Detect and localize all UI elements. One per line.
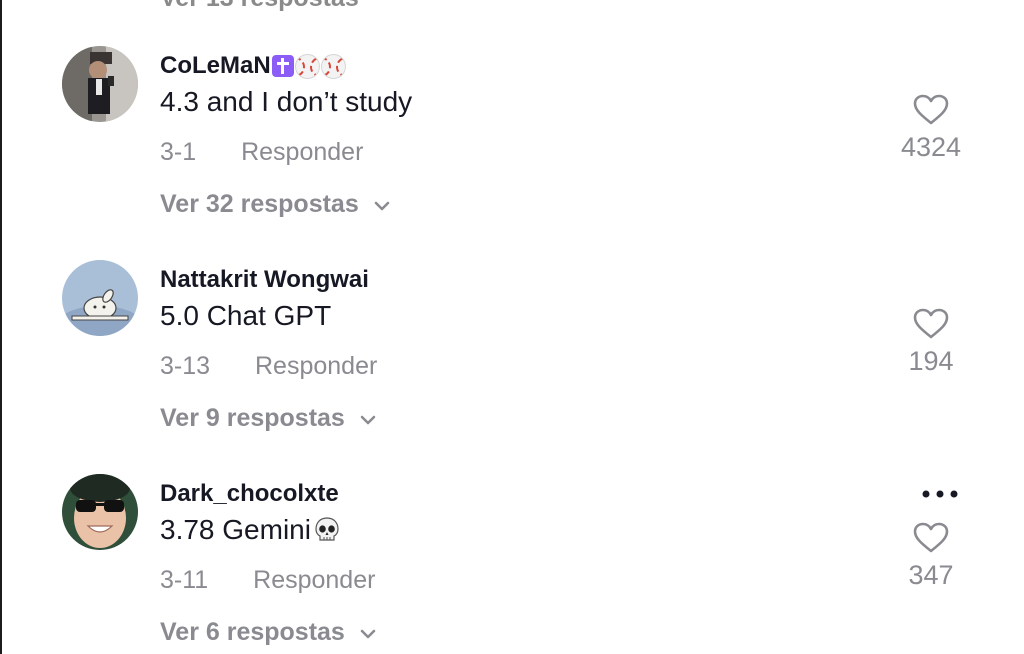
comment-item: CoLeMaN 4.3 and I don’t study 3-1 Respon…: [0, 46, 1024, 246]
comment-text: 5.0 Chat GPT: [160, 300, 332, 331]
heart-icon: [913, 308, 949, 339]
chevron-down-icon: [374, 201, 389, 210]
like-count: 194: [908, 346, 954, 376]
heart-icon: [913, 522, 949, 553]
view-replies-label: Ver 6 respostas: [160, 618, 345, 646]
comments-screen: Ver 13 respostas CoLeMaN 4.3 and I d: [0, 0, 1024, 654]
baseball-icon: [294, 53, 320, 79]
comment-text: 4.3 and I don’t study: [160, 86, 413, 117]
comment-meta: 3-11 Responder: [160, 566, 375, 595]
comment-username[interactable]: Dark_chocolxte: [160, 480, 339, 508]
like-button[interactable]: 347: [886, 522, 976, 591]
view-replies-button[interactable]: Ver 6 respostas: [160, 618, 377, 647]
latin-cross-icon: [271, 55, 294, 77]
like-button[interactable]: 4324: [886, 94, 976, 163]
baseball-icon: [320, 53, 346, 79]
like-count: 4324: [900, 132, 962, 162]
comment-date: 3-1: [160, 138, 197, 166]
comment-username[interactable]: Nattakrit Wongwai: [160, 266, 369, 294]
like-button[interactable]: 194: [886, 308, 976, 377]
comment-meta: 3-13 Responder: [160, 352, 377, 381]
view-replies-label: Ver 9 respostas: [160, 404, 345, 432]
view-replies-button[interactable]: Ver 9 respostas: [160, 404, 377, 433]
avatar[interactable]: [62, 474, 138, 550]
like-count: 347: [908, 560, 954, 590]
chevron-down-icon: [360, 415, 376, 424]
comment-item: Nattakrit Wongwai 5.0 Chat GPT 3-13 Resp…: [0, 260, 1024, 460]
reply-button[interactable]: Responder: [253, 566, 375, 594]
comment-username[interactable]: CoLeMaN: [160, 52, 346, 80]
comment-meta: 3-1 Responder: [160, 138, 363, 167]
comment-date: 3-13: [160, 352, 211, 380]
avatar[interactable]: [62, 260, 138, 336]
view-replies-label: Ver 32 respostas: [160, 190, 359, 218]
reply-button[interactable]: Responder: [241, 138, 363, 166]
username-text: CoLeMaN: [160, 52, 271, 79]
chevron-down-icon: [360, 629, 376, 638]
comment-text: 3.78 Gemini: [160, 514, 341, 546]
view-replies-partial[interactable]: Ver 13 respostas: [160, 0, 359, 13]
username-text: Nattakrit Wongwai: [160, 266, 369, 293]
comment-text-content: 3.78 Gemini: [160, 514, 311, 545]
heart-icon: [913, 94, 949, 125]
skull-icon: [315, 517, 339, 541]
comment-date: 3-11: [160, 566, 209, 594]
comment-item: Dark_chocolxte 3.78 Gemini 3-11 Responde…: [0, 474, 1024, 654]
reply-button[interactable]: Responder: [255, 352, 377, 380]
view-replies-button[interactable]: Ver 32 respostas: [160, 190, 391, 219]
username-text: Dark_chocolxte: [160, 480, 339, 507]
more-options-icon[interactable]: [920, 488, 960, 500]
avatar[interactable]: [62, 46, 138, 122]
